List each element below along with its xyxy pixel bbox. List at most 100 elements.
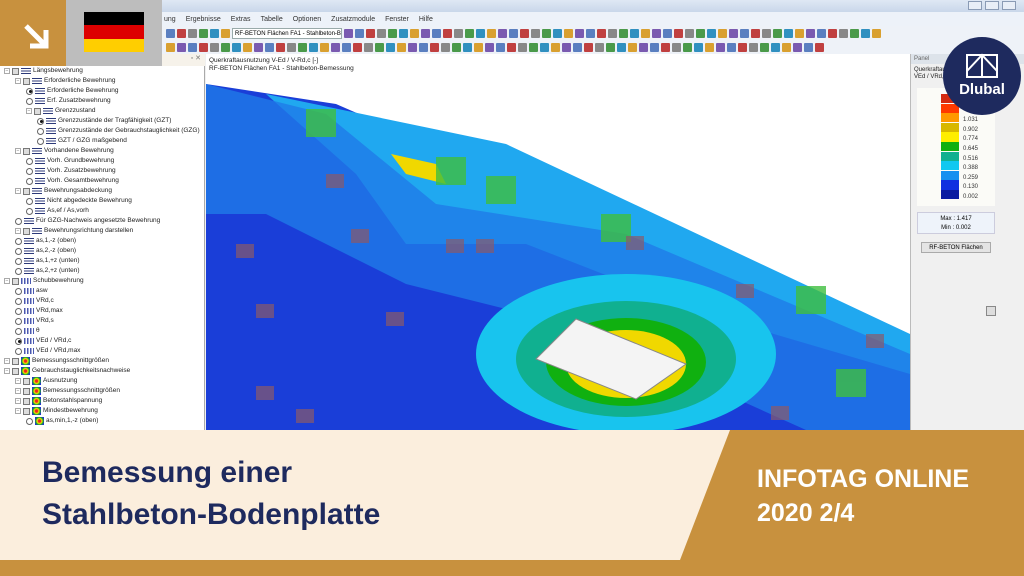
radio-button[interactable] xyxy=(15,217,22,225)
radio-button[interactable] xyxy=(15,287,22,295)
toolbar-button[interactable] xyxy=(430,42,439,52)
toolbar-button[interactable] xyxy=(828,28,837,38)
tree-item[interactable]: Grenzzustände der Gebrauchstauglichkeit … xyxy=(0,126,204,136)
3d-model-view[interactable]: Querkraftausnutzung V-Ed / V-Rd,c [-] RF-… xyxy=(206,54,910,430)
toolbar-button[interactable] xyxy=(166,42,175,52)
tree-item[interactable]: Vorh. Gesamtbewehrung xyxy=(0,176,204,186)
toolbar-button[interactable] xyxy=(540,42,549,52)
tree-item[interactable]: VEd / VRd,c xyxy=(0,336,204,346)
tree-item[interactable]: VRd,c xyxy=(0,296,204,306)
radio-button[interactable] xyxy=(26,167,33,175)
toolbar-button[interactable] xyxy=(716,42,725,52)
toolbar-button[interactable] xyxy=(408,42,417,52)
toolbar-button[interactable] xyxy=(432,28,441,38)
toolbar-button[interactable] xyxy=(487,28,496,38)
toolbar-button[interactable] xyxy=(410,28,419,38)
tree-item[interactable]: as,2,-z (oben) xyxy=(0,246,204,256)
toolbar-button[interactable] xyxy=(584,42,593,52)
checkbox[interactable] xyxy=(23,377,30,385)
minimize-button[interactable] xyxy=(968,1,982,10)
toolbar-button[interactable] xyxy=(210,42,219,52)
radio-button[interactable] xyxy=(15,347,22,355)
toolbar-button[interactable] xyxy=(771,42,780,52)
tree-item[interactable]: VRd,s xyxy=(0,316,204,326)
toolbar-button[interactable] xyxy=(355,28,364,38)
toolbar-button[interactable] xyxy=(243,42,252,52)
toolbar-button[interactable] xyxy=(850,28,859,38)
expand-toggle-icon[interactable]: − xyxy=(15,388,21,394)
tree-item[interactable]: asw xyxy=(0,286,204,296)
toolbar-button[interactable] xyxy=(564,28,573,38)
expand-toggle-icon[interactable]: − xyxy=(15,408,21,414)
expand-toggle-icon[interactable]: − xyxy=(15,228,21,234)
tree-item[interactable]: − Betonstahlspannung xyxy=(0,396,204,406)
toolbar-button[interactable] xyxy=(608,28,617,38)
toolbar-button[interactable] xyxy=(749,42,758,52)
toolbar-button[interactable] xyxy=(606,42,615,52)
toolbar-button[interactable] xyxy=(793,42,802,52)
toolbar-button[interactable] xyxy=(386,42,395,52)
toolbar-button[interactable] xyxy=(683,42,692,52)
radio-button[interactable] xyxy=(26,197,33,205)
toolbar-button[interactable] xyxy=(740,28,749,38)
tree-item[interactable]: − Ausnutzung xyxy=(0,376,204,386)
toolbar-button[interactable] xyxy=(221,42,230,52)
toolbar-button[interactable] xyxy=(685,28,694,38)
checkbox[interactable] xyxy=(23,77,30,85)
expand-toggle-icon[interactable]: − xyxy=(15,78,21,84)
expand-toggle-icon[interactable]: − xyxy=(4,278,10,284)
toolbar-button[interactable] xyxy=(663,28,672,38)
toolbar-button[interactable] xyxy=(454,28,463,38)
toolbar-button[interactable] xyxy=(476,28,485,38)
checkbox[interactable] xyxy=(23,227,30,235)
toolbar-button[interactable] xyxy=(419,42,428,52)
toolbar-button[interactable] xyxy=(861,28,870,38)
result-case-combo[interactable]: RF-BETON Flächen FA1 - Stahlbeton-Be xyxy=(232,27,342,39)
radio-button[interactable] xyxy=(26,417,33,425)
toolbar-button[interactable] xyxy=(639,42,648,52)
checkbox[interactable] xyxy=(34,107,41,115)
radio-button[interactable] xyxy=(15,267,22,275)
toolbar-button[interactable] xyxy=(760,42,769,52)
tree-item[interactable]: Vorh. Grundbewehrung xyxy=(0,156,204,166)
toolbar-button[interactable] xyxy=(221,28,230,38)
tree-item[interactable]: VRd,max xyxy=(0,306,204,316)
toolbar-button[interactable] xyxy=(586,28,595,38)
toolbar-button[interactable] xyxy=(573,42,582,52)
toolbar-button[interactable] xyxy=(320,42,329,52)
toolbar-button[interactable] xyxy=(762,28,771,38)
checkbox[interactable] xyxy=(12,277,19,285)
toolbar-button[interactable] xyxy=(617,42,626,52)
toolbar-button[interactable] xyxy=(177,42,186,52)
toolbar-button[interactable] xyxy=(562,42,571,52)
toolbar-button[interactable] xyxy=(199,28,208,38)
tree-item[interactable]: as,1,+z (unten) xyxy=(0,256,204,266)
tree-item[interactable]: Erforderliche Bewehrung xyxy=(0,86,204,96)
toolbar-button[interactable] xyxy=(465,28,474,38)
toolbar-button[interactable] xyxy=(694,42,703,52)
checkbox[interactable] xyxy=(12,367,19,375)
toolbar-button[interactable] xyxy=(718,28,727,38)
navigator-pin-close[interactable]: ▫ ✕ xyxy=(162,54,205,66)
toolbar-button[interactable] xyxy=(309,42,318,52)
tree-item[interactable]: as,min,1,-z (oben) xyxy=(0,416,204,426)
toolbar-button[interactable] xyxy=(496,42,505,52)
toolbar-button[interactable] xyxy=(344,28,353,38)
toolbar-button[interactable] xyxy=(166,28,175,38)
toolbar-button[interactable] xyxy=(773,28,782,38)
toolbar-button[interactable] xyxy=(795,28,804,38)
radio-button[interactable] xyxy=(15,257,22,265)
tree-item[interactable]: GZT / GZG maßgebend xyxy=(0,136,204,146)
toolbar-button[interactable] xyxy=(804,42,813,52)
toolbar-button[interactable] xyxy=(199,42,208,52)
checkbox[interactable] xyxy=(12,357,19,365)
checkbox[interactable] xyxy=(23,397,30,405)
toolbar-button[interactable] xyxy=(210,28,219,38)
toolbar-button[interactable] xyxy=(531,28,540,38)
radio-button[interactable] xyxy=(15,307,22,315)
menu-item[interactable]: Tabelle xyxy=(261,16,283,23)
menu-item[interactable]: Zusatzmodule xyxy=(331,16,375,23)
expand-toggle-icon[interactable]: − xyxy=(15,188,21,194)
toolbar-button[interactable] xyxy=(751,28,760,38)
tree-item[interactable]: Vorh. Zusatzbewehrung xyxy=(0,166,204,176)
